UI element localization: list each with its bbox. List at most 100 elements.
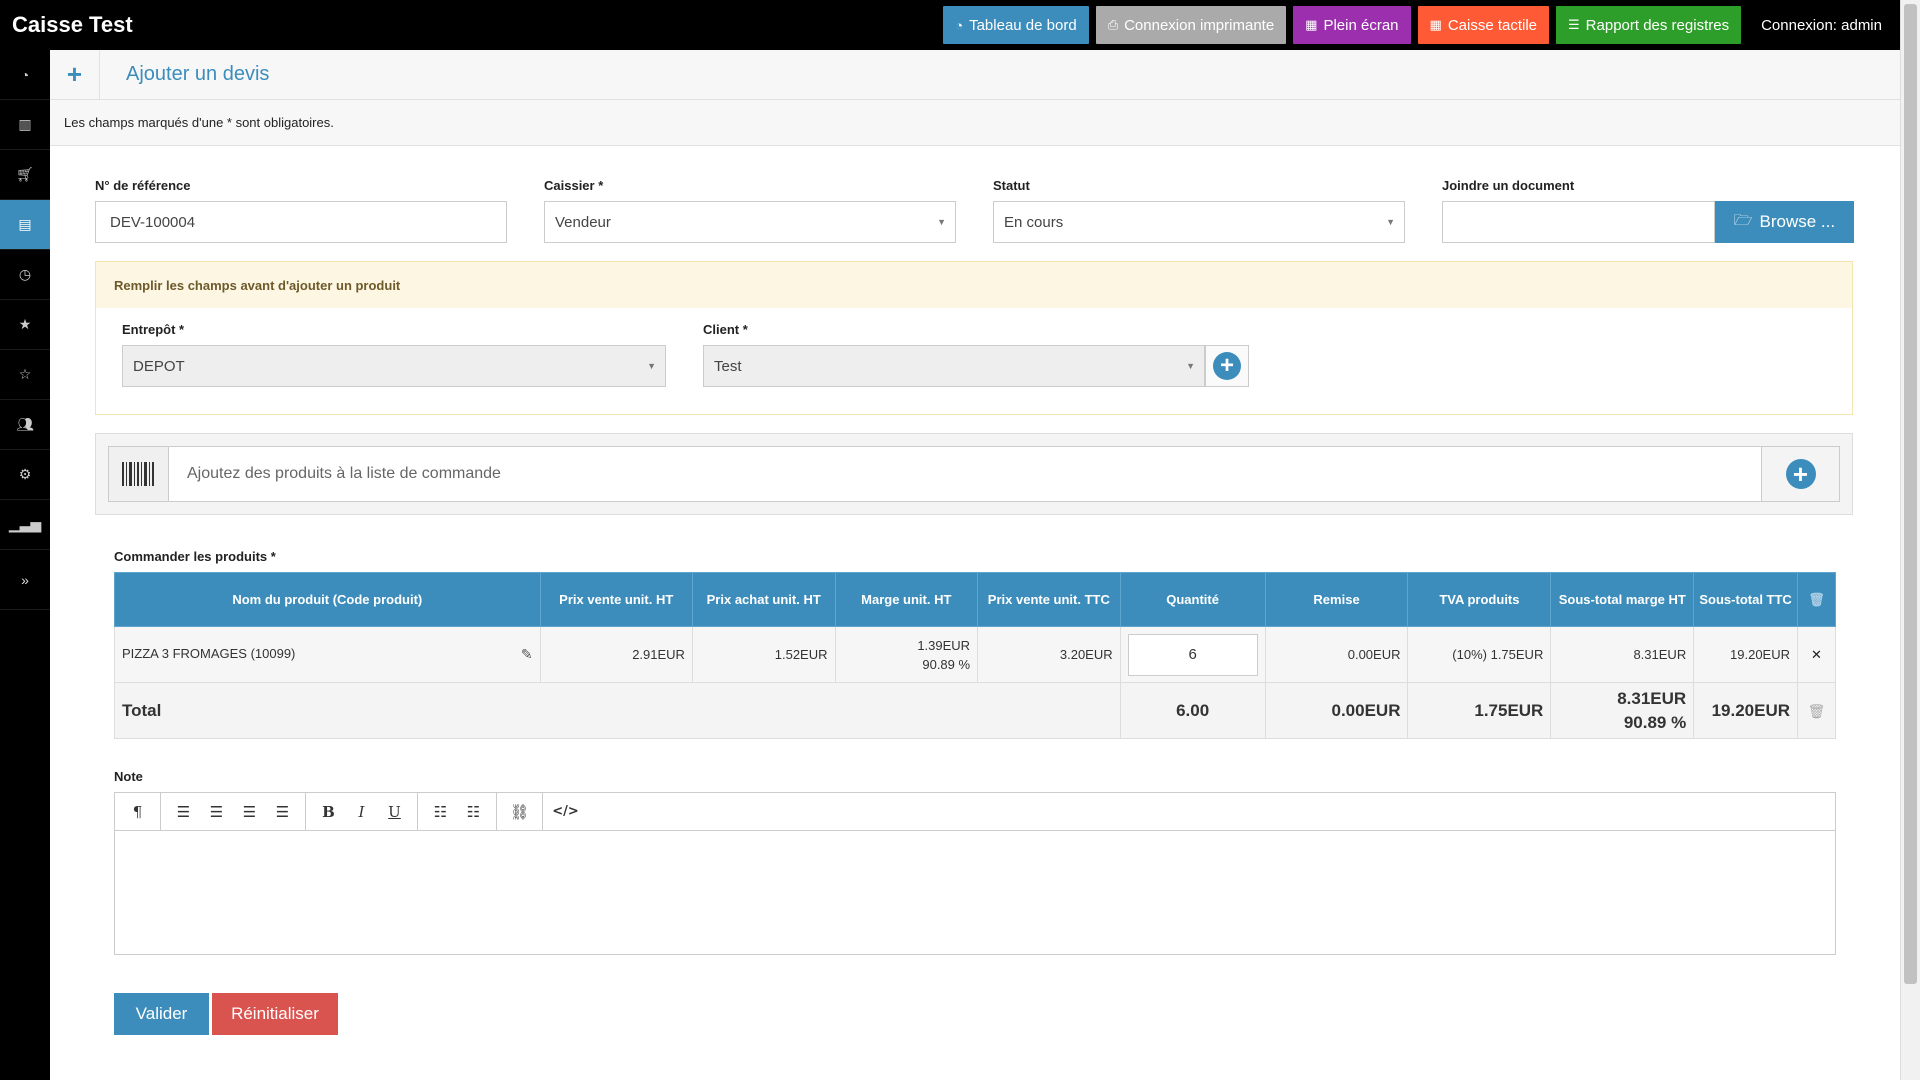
warehouse-field-group: Entrepôt * DEPOT ▼ [122,322,666,387]
total-ttc: 19.20EUR [1693,682,1798,739]
align-justify-icon[interactable]: ☰ [266,803,299,821]
printer-connect-button[interactable]: ⎙ Connexion imprimante [1095,6,1287,44]
sidebar-item-dashboard[interactable]: ◔ [0,50,50,100]
browse-button-label: Browse ... [1759,212,1836,231]
login-status[interactable]: Connexion: admin [1761,17,1882,34]
register-report-label: Rapport des registres [1585,16,1730,34]
sidebar-item-sales[interactable]: 🛒︎ [0,150,50,200]
app-title[interactable]: Caisse Test [0,12,860,38]
cashier-select-value: Vendeur [555,213,611,231]
align-right-icon[interactable]: ☰ [233,803,266,821]
status-select[interactable]: En cours ▼ [993,201,1405,243]
align-left-icon[interactable]: ☰ [167,803,200,821]
sidebar-item-loyalty[interactable]: ☆ [0,350,50,400]
cashier-label: Caissier * [544,178,604,193]
sidebar-item-people[interactable]: 👥︎ [0,400,50,450]
register-report-button[interactable]: ☰ Rapport des registres [1556,6,1742,44]
trash-icon: 🗑︎ [1808,591,1825,607]
sidebar-expand-toggle[interactable]: » [0,550,50,610]
add-client-button[interactable]: + [1205,345,1249,387]
clear-all-button[interactable]: 🗑︎ [1797,682,1836,739]
plus-icon[interactable]: + [50,49,100,100]
client-select[interactable]: Test ▼ [703,345,1205,387]
sidebar-item-products[interactable]: ▥ [0,100,50,150]
bold-icon[interactable]: B [312,803,345,821]
sidebar: ◔ ▥ 🛒︎ ▤ ◷ ★ ☆ 👥︎ ⚙ ▁▃▅ » [0,50,50,1080]
paragraph-format-icon[interactable]: ¶ [121,803,154,821]
page-title: Ajouter un devis [126,63,270,85]
submit-button[interactable]: Valider [114,993,209,1035]
col-delete: 🗑︎ [1797,572,1836,627]
code-view-icon[interactable]: </> [549,804,582,819]
warehouse-label: Entrepôt * [122,322,185,337]
caret-down-icon: ▼ [937,217,946,227]
tva-cell: (10%) 1.75EUR [1407,626,1552,683]
quote-form: N° de référence DEV-100004 Caissier * Ve… [95,146,1855,1035]
barcode-icon [109,447,169,501]
table-row: PIZZA 3 FROMAGES (10099) ✎ 2.91EUR 1.52E… [114,626,1836,683]
quantity-input[interactable]: 6 [1127,633,1258,676]
reference-field-group: N° de référence DEV-100004 [95,178,507,243]
document-icon: ▤ [18,216,32,232]
editor-toolbar: ¶ ☰ ☰ ☰ ☰ B I U ☷ ☷ ⛓ </> [115,792,1835,831]
col-subtotal-margin: Sous-total marge HT [1550,572,1695,627]
sidebar-item-history[interactable]: ◷ [0,250,50,300]
col-sell-ht: Prix vente unit. HT [539,572,693,627]
dashboard-button-label: Tableau de bord [969,16,1077,34]
subtotal-ttc-cell: 19.20EUR [1693,626,1798,683]
page-scrollbar[interactable] [1900,0,1920,1080]
add-product-button[interactable]: + [1761,447,1839,501]
product-search-input[interactable]: Ajoutez des produits à la liste de comma… [169,447,1761,501]
warehouse-select[interactable]: DEPOT ▼ [122,345,666,387]
total-margin-percent: 90.89 % [1623,712,1687,732]
col-tva: TVA produits [1407,572,1552,627]
trash-icon: 🗑︎ [1807,702,1826,719]
note-editor: ¶ ☰ ☰ ☰ ☰ B I U ☷ ☷ ⛓ </> [114,792,1836,955]
col-subtotal-ttc: Sous-total TTC [1693,572,1798,627]
touch-register-button[interactable]: ▦ Caisse tactile [1417,6,1550,44]
sidebar-item-settings[interactable]: ⚙ [0,450,50,500]
product-name: PIZZA 3 FROMAGES (10099) [122,646,296,661]
cashier-field-group: Caissier * Vendeur ▼ [544,178,956,243]
fullscreen-button[interactable]: ▦ Plein écran [1293,6,1411,44]
note-textarea[interactable] [115,831,1835,953]
document-field-group: Joindre un document 🗁︎ Browse ... [1442,178,1854,243]
cashier-select[interactable]: Vendeur ▼ [544,201,956,243]
browse-button[interactable]: 🗁︎ Browse ... [1715,201,1854,243]
dashboard-button[interactable]: ◔ Tableau de bord [943,6,1089,44]
col-buy-ht: Prix achat unit. HT [691,572,836,627]
edit-icon[interactable]: ✎ [521,646,533,663]
align-center-icon[interactable]: ☰ [200,803,233,821]
margin-cell: 1.39EUR 90.89 % [834,626,979,683]
bullet-list-icon[interactable]: ☷ [424,803,457,821]
underline-icon[interactable]: U [378,803,411,821]
italic-icon[interactable]: I [345,803,378,821]
scrollbar-thumb[interactable] [1904,4,1917,984]
document-file-input[interactable] [1442,201,1715,243]
numbered-list-icon[interactable]: ☷ [457,803,490,821]
grid-icon: ▦ [1305,17,1318,32]
margin-percent: 90.89 % [922,656,971,672]
clock-icon: ◷ [18,266,32,282]
sidebar-item-reports[interactable]: ▁▃▅ [0,500,50,550]
sidebar-item-favorites[interactable]: ★ [0,300,50,350]
document-label: Joindre un document [1442,178,1575,193]
reference-input[interactable]: DEV-100004 [95,201,507,243]
double-chevron-right-icon: » [21,571,29,588]
total-row: Total 6.00 0.00EUR 1.75EUR 8.31EUR 90.89… [114,682,1836,739]
sidebar-item-quotes[interactable]: ▤ [0,200,50,250]
link-icon[interactable]: ⛓ [503,803,536,821]
star-icon: ★ [18,316,32,332]
touch-register-label: Caisse tactile [1447,16,1538,34]
discount-cell[interactable]: 0.00EUR [1264,626,1409,683]
top-navbar: Caisse Test ◔ Tableau de bord ⎙ Connexion … [0,0,1920,50]
reset-button[interactable]: Réinitialiser [212,993,338,1035]
printer-button-label: Connexion imprimante [1124,16,1275,34]
quantity-cell: 6 [1119,626,1266,683]
col-quantity: Quantité [1119,572,1266,627]
main-content: + Ajouter un devis Les champs marqués d'… [50,49,1900,1080]
col-discount: Remise [1264,572,1409,627]
remove-row-button[interactable]: ✕ [1797,626,1836,683]
total-discount: 0.00EUR [1264,682,1409,739]
status-select-value: En cours [1004,213,1064,231]
